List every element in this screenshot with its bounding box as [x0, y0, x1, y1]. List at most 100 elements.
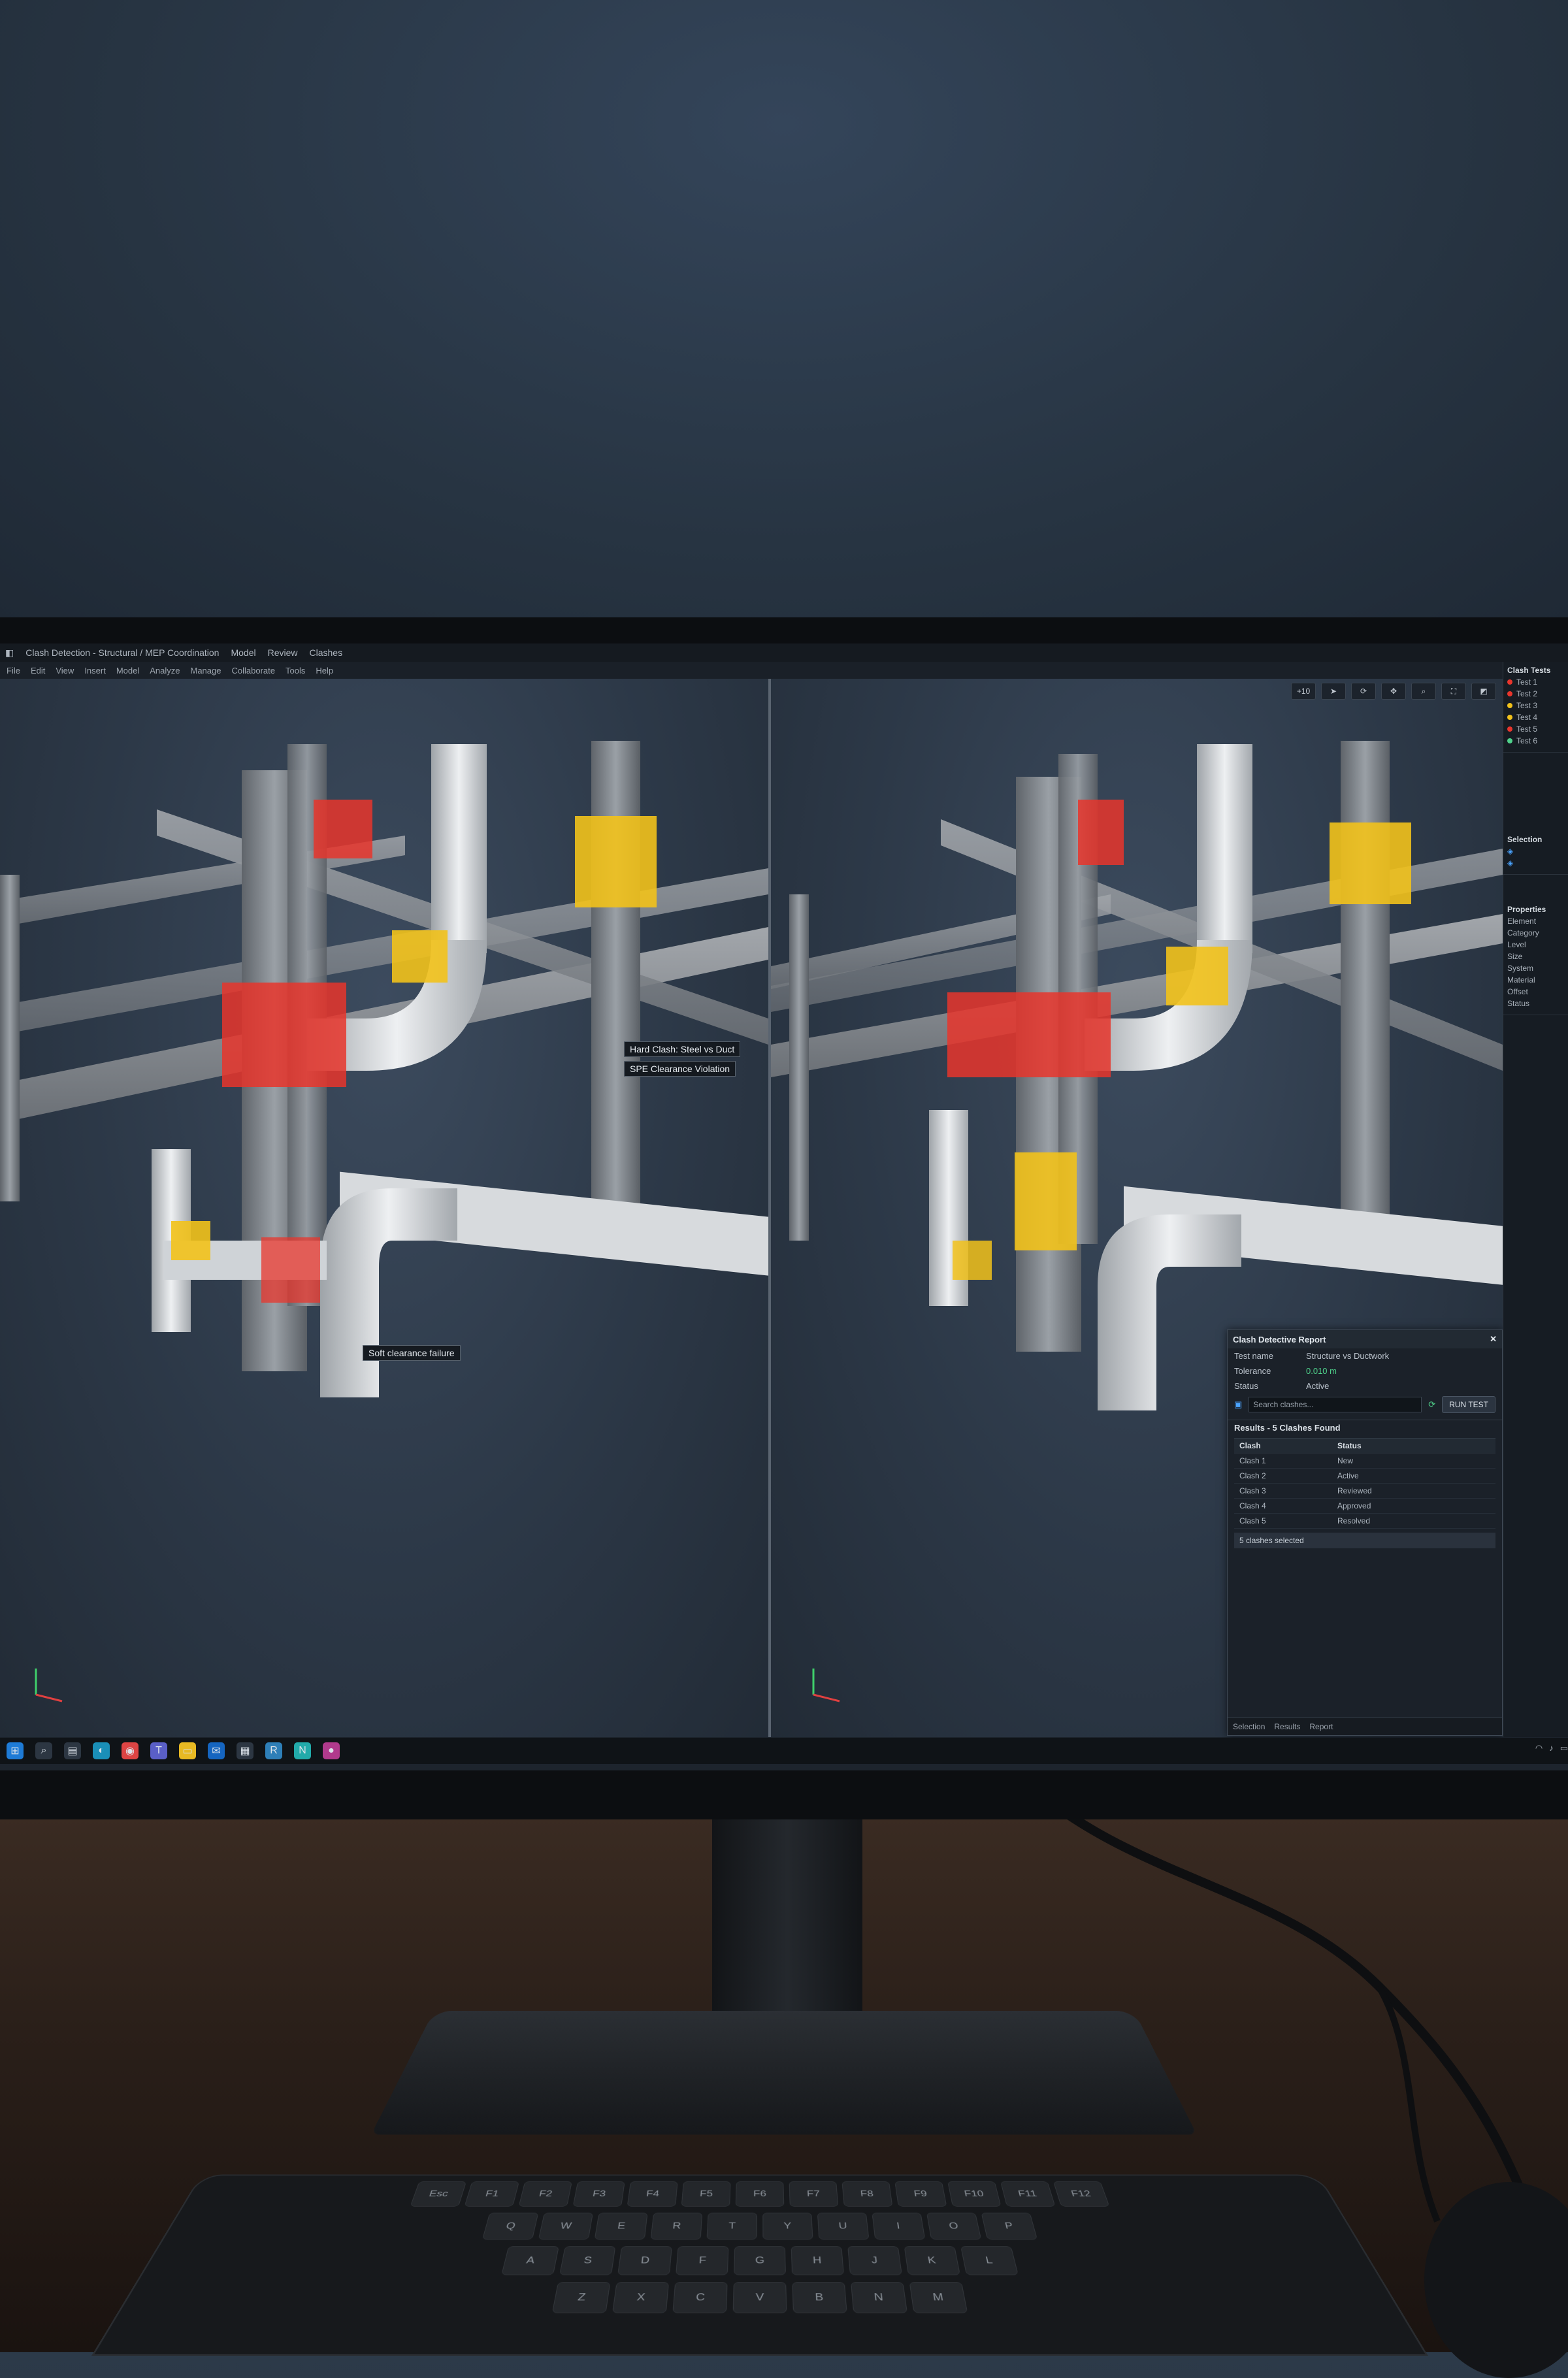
property-row[interactable]: Level: [1507, 940, 1565, 949]
title-bar: ◧ Clash Detection - Structural / MEP Coo…: [0, 643, 1568, 662]
navisworks-icon[interactable]: N: [294, 1742, 311, 1759]
close-icon[interactable]: ✕: [1490, 1334, 1497, 1344]
section-icon[interactable]: ◩: [1471, 683, 1496, 700]
revit-icon[interactable]: R: [265, 1742, 282, 1759]
table-row[interactable]: Clash 3 Reviewed: [1234, 1484, 1495, 1499]
properties-section: Properties Element Category Level Size S…: [1503, 901, 1568, 1015]
clash-name: Clash 4: [1239, 1501, 1337, 1510]
cube-icon: ◈: [1507, 858, 1513, 868]
search-row: ▣ Search clashes... ⟳ RUN TEST: [1228, 1393, 1502, 1416]
soft-clash-marker: [1015, 1152, 1077, 1250]
keyboard-key: U: [817, 2213, 869, 2240]
keyboard-row: ZXCVBNM: [119, 2282, 1400, 2313]
table-row[interactable]: Clash 5 Resolved: [1234, 1514, 1495, 1529]
media-icon[interactable]: ●: [323, 1742, 340, 1759]
menu-manage[interactable]: Manage: [191, 666, 221, 676]
cursor-icon[interactable]: ➤: [1321, 683, 1346, 700]
property-row[interactable]: Status: [1507, 999, 1565, 1008]
clash-test-item[interactable]: Test 2: [1507, 689, 1565, 698]
menu-edit[interactable]: Edit: [31, 666, 45, 676]
keyboard-key: S: [559, 2246, 615, 2275]
clash-callout[interactable]: Soft clearance failure: [363, 1345, 461, 1361]
keyboard-key: F2: [519, 2181, 572, 2207]
property-row[interactable]: System: [1507, 964, 1565, 973]
footer-tab-results[interactable]: Results: [1274, 1722, 1300, 1731]
pan-icon[interactable]: ✥: [1381, 683, 1406, 700]
run-test-button[interactable]: RUN TEST: [1442, 1396, 1495, 1413]
search-icon[interactable]: ⌕: [35, 1742, 52, 1759]
keyboard-key: F6: [736, 2181, 784, 2207]
column-header[interactable]: Clash: [1239, 1441, 1337, 1450]
table-row[interactable]: Clash 2 Active: [1234, 1469, 1495, 1484]
clash-test-item[interactable]: Test 5: [1507, 725, 1565, 734]
outlook-icon[interactable]: ✉: [208, 1742, 225, 1759]
volume-icon[interactable]: ♪: [1549, 1743, 1554, 1753]
keyboard-row: ASDFGHJKL: [142, 2246, 1377, 2275]
wifi-icon[interactable]: ◠: [1535, 1743, 1543, 1753]
selection-item[interactable]: ◈: [1507, 858, 1565, 868]
viewport-left[interactable]: Hard Clash: Steel vs Duct SPE Clearance …: [0, 679, 768, 1737]
menu-tools[interactable]: Tools: [286, 666, 305, 676]
tab-clashes[interactable]: Clashes: [310, 647, 343, 658]
keyboard-key: M: [909, 2282, 968, 2313]
edge-icon[interactable]: ◐: [93, 1742, 110, 1759]
table-row[interactable]: Clash 4 Approved: [1234, 1499, 1495, 1514]
orbit-icon[interactable]: ⟳: [1351, 683, 1376, 700]
property-row[interactable]: Element: [1507, 917, 1565, 926]
explorer-icon[interactable]: ▭: [179, 1742, 196, 1759]
menu-model[interactable]: Model: [116, 666, 139, 676]
zoom-icon[interactable]: ⌕: [1411, 683, 1436, 700]
property-row[interactable]: Offset: [1507, 987, 1565, 996]
menu-view[interactable]: View: [56, 666, 74, 676]
keyboard-key: F3: [573, 2181, 625, 2207]
property-row[interactable]: Size: [1507, 952, 1565, 961]
clash-test-item[interactable]: Test 6: [1507, 736, 1565, 745]
menu-file[interactable]: File: [7, 666, 20, 676]
hard-clash-marker: [261, 1237, 320, 1303]
clash-test-item[interactable]: Test 3: [1507, 701, 1565, 710]
keyboard: Esc F1 F2 F3 F4 F5 F6 F7 F8 F9 F10 F11 F12 QWERTYUIO…: [91, 2174, 1428, 2356]
menu-help[interactable]: Help: [316, 666, 333, 676]
menu-insert[interactable]: Insert: [84, 666, 106, 676]
filter-icon[interactable]: ▣: [1234, 1399, 1242, 1410]
table-row[interactable]: Clash 1 New: [1234, 1454, 1495, 1469]
scene-left: [0, 679, 768, 1737]
column-header[interactable]: Status: [1337, 1441, 1362, 1450]
selection-item[interactable]: ◈: [1507, 847, 1565, 856]
zoom-level[interactable]: +10: [1291, 683, 1316, 700]
keyboard-key: H: [791, 2246, 844, 2275]
chrome-icon[interactable]: ◉: [122, 1742, 139, 1759]
property-row[interactable]: Category: [1507, 928, 1565, 937]
hard-clash-marker: [314, 800, 372, 858]
files-icon[interactable]: ▤: [64, 1742, 81, 1759]
clash-test-item[interactable]: Test 1: [1507, 677, 1565, 687]
tab-review[interactable]: Review: [268, 647, 298, 658]
clash-callout[interactable]: Hard Clash: Steel vs Duct: [624, 1041, 740, 1057]
footer-tab-selection[interactable]: Selection: [1233, 1722, 1265, 1731]
store-icon[interactable]: ▦: [237, 1742, 253, 1759]
tab-model[interactable]: Model: [231, 647, 255, 658]
keyboard-key: F9: [894, 2181, 947, 2207]
row-value: 0.010 m: [1306, 1366, 1337, 1376]
test-label: Test 6: [1516, 736, 1537, 745]
footer-tab-report[interactable]: Report: [1309, 1722, 1333, 1731]
menu-analyze[interactable]: Analyze: [150, 666, 180, 676]
refresh-icon[interactable]: ⟳: [1428, 1399, 1435, 1410]
keyboard-key: I: [872, 2213, 926, 2240]
duct-riser: [431, 744, 487, 953]
clash-test-item[interactable]: Test 4: [1507, 713, 1565, 722]
duct-riser: [1197, 744, 1252, 953]
keyboard-key: A: [501, 2246, 559, 2275]
clash-status: Approved: [1337, 1501, 1371, 1510]
teams-icon[interactable]: T: [150, 1742, 167, 1759]
status-dot-icon: [1507, 715, 1512, 720]
search-input[interactable]: Search clashes...: [1249, 1397, 1422, 1412]
start-icon[interactable]: ⊞: [7, 1742, 24, 1759]
battery-icon[interactable]: ▭: [1560, 1743, 1568, 1753]
menu-collaborate[interactable]: Collaborate: [231, 666, 275, 676]
property-row[interactable]: Material: [1507, 975, 1565, 985]
selection-status: 5 clashes selected: [1234, 1533, 1495, 1548]
clash-callout[interactable]: SPE Clearance Violation: [624, 1061, 736, 1077]
fit-icon[interactable]: ⛶: [1441, 683, 1466, 700]
keyboard-key: F5: [681, 2181, 731, 2207]
